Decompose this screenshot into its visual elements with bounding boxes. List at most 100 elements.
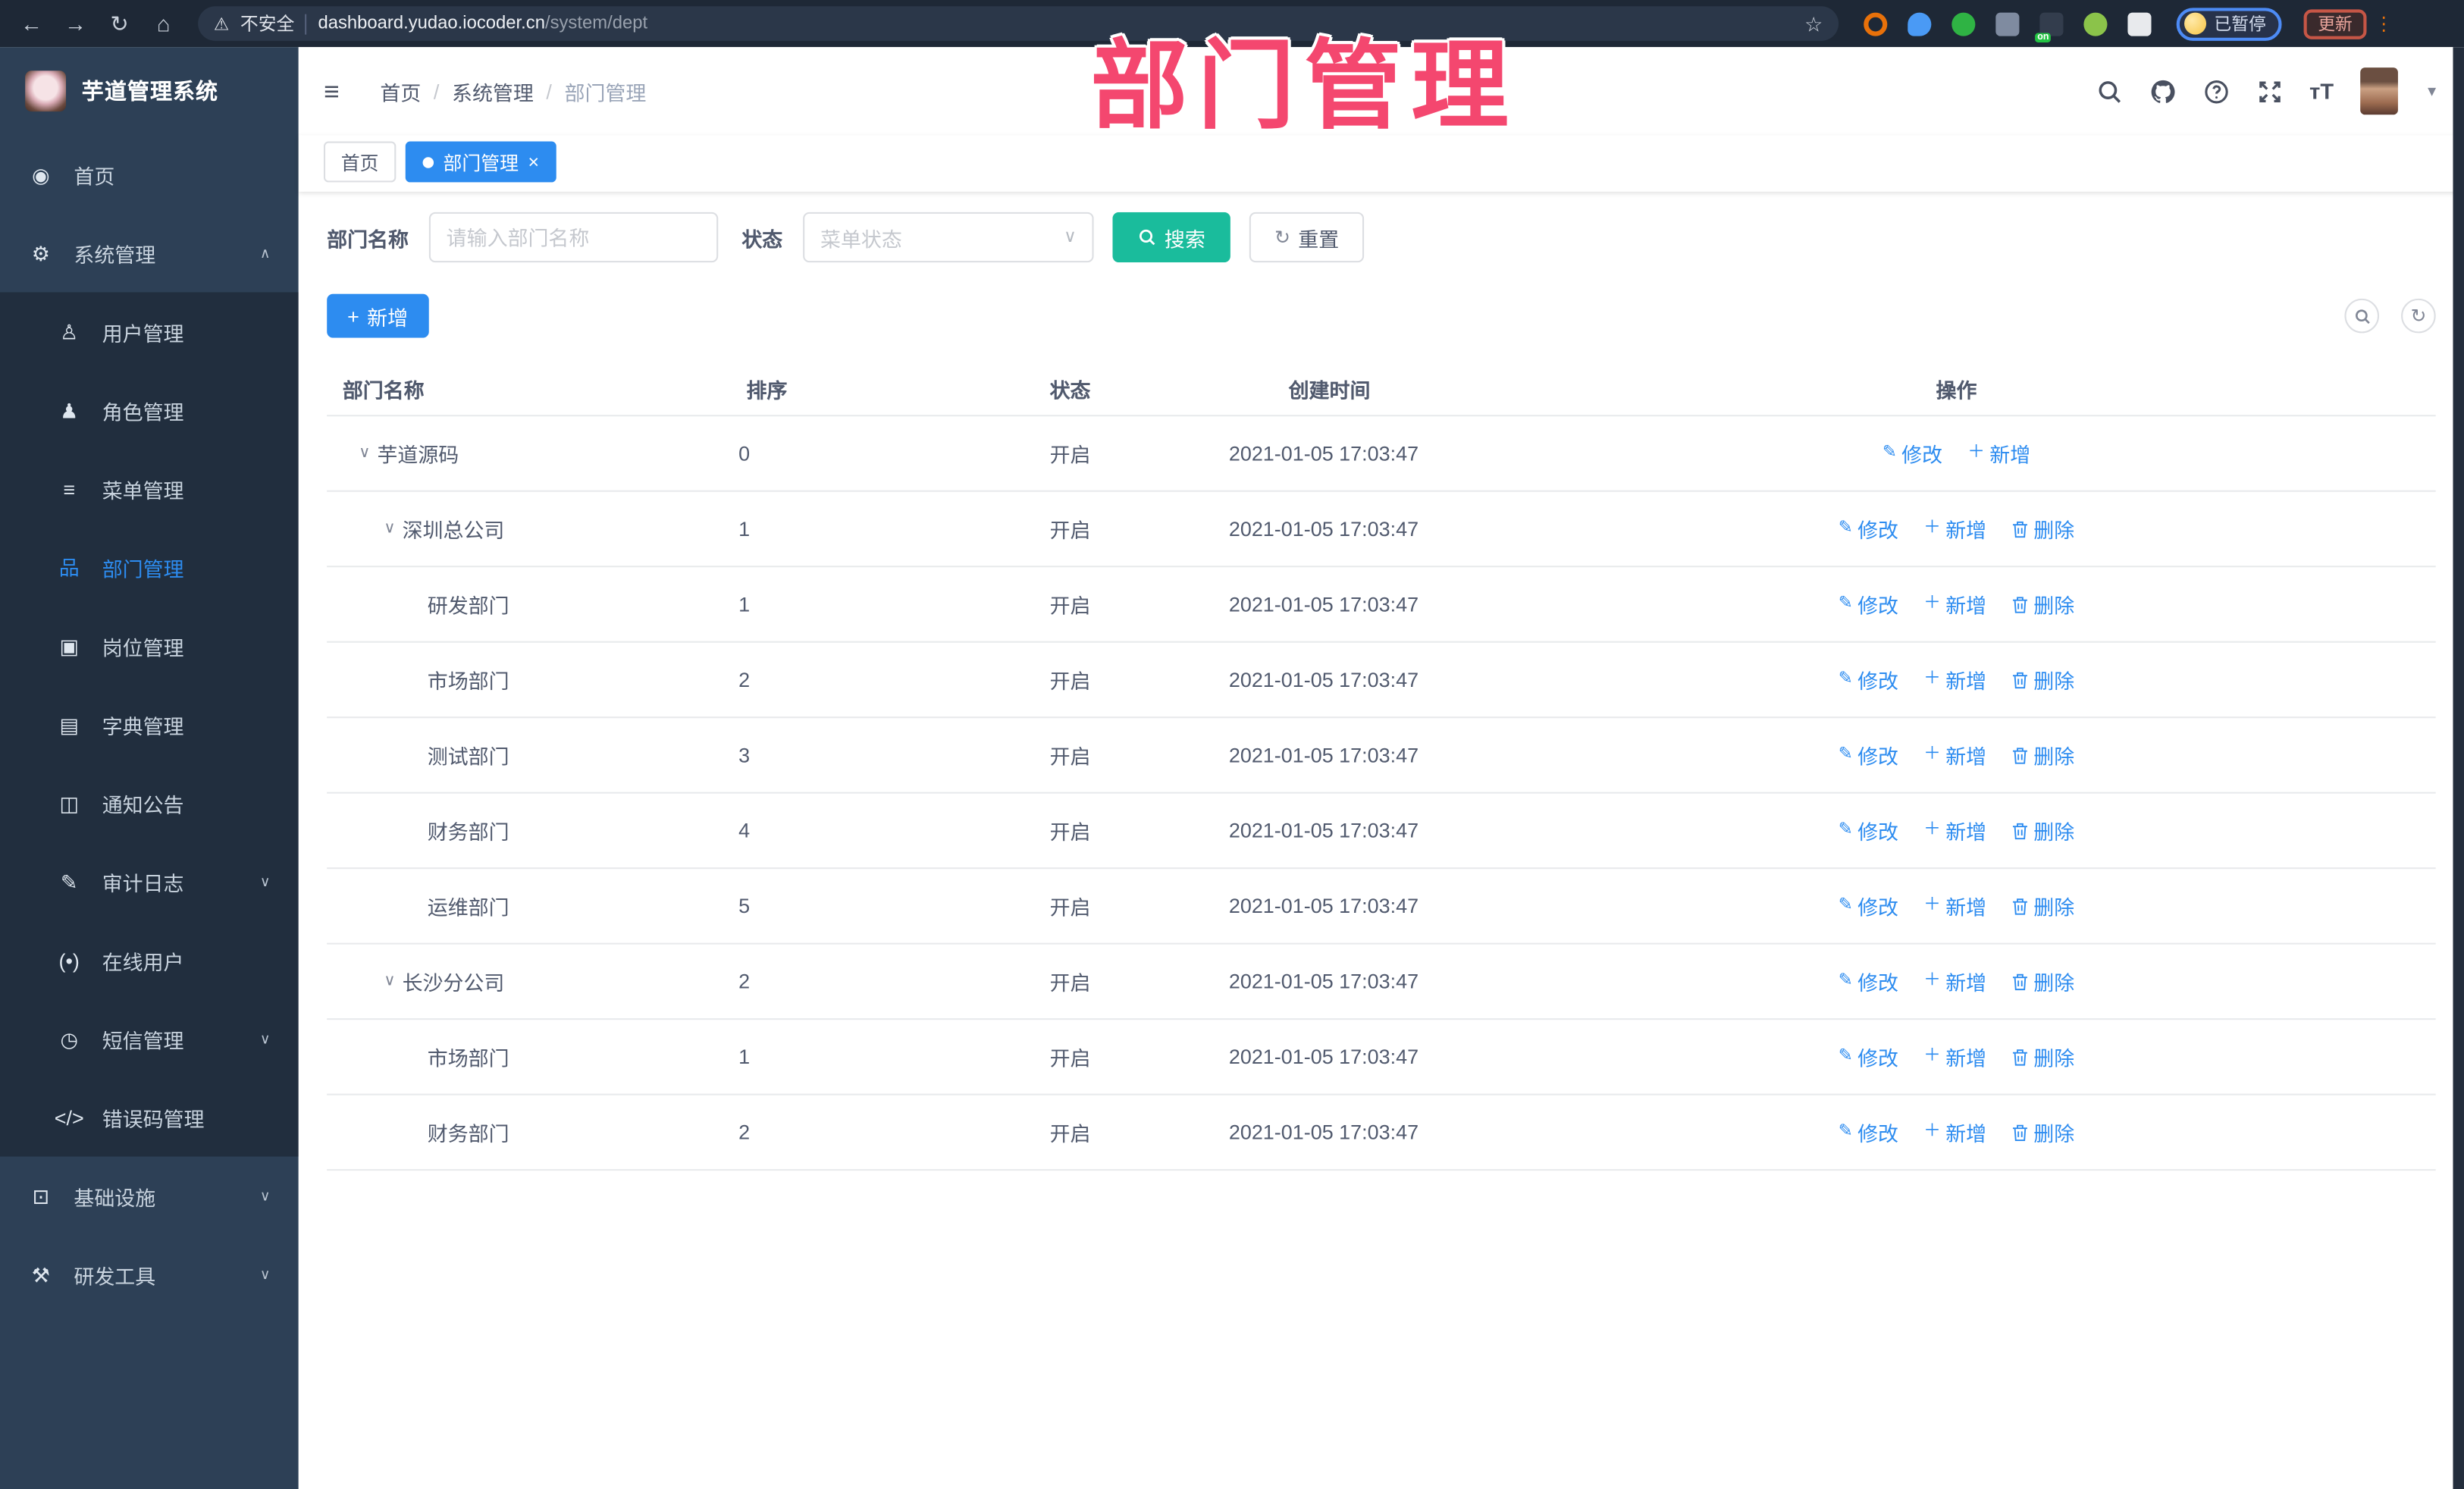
action-修改[interactable]: ✎ 修改 [1839, 1118, 1898, 1147]
action-新增[interactable]: ＋新增 [1923, 1118, 1986, 1147]
sidebar-item-user[interactable]: ♙ 用户管理 [0, 293, 299, 371]
search-icon[interactable] [2096, 78, 2122, 105]
action-新增[interactable]: ＋新增 [1923, 891, 1986, 920]
reload-icon[interactable]: ↻ [101, 5, 139, 42]
collapse-menu-icon[interactable]: ≡ [324, 78, 340, 105]
user-avatar[interactable] [2360, 67, 2399, 115]
browser-menu-icon[interactable]: ⋮ [2373, 13, 2395, 35]
sidebar-item-role[interactable]: ♟ 角色管理 [0, 371, 299, 450]
table-row[interactable]: 市场部门 2 开启 2021-01-05 17:03:47 ✎ 修改 ＋新增 删除 [327, 643, 2436, 719]
action-删除[interactable]: 删除 [2011, 816, 2074, 845]
action-删除[interactable]: 删除 [2011, 740, 2074, 770]
action-新增[interactable]: ＋新增 [1967, 438, 2030, 468]
action-删除[interactable]: 删除 [2011, 1118, 2074, 1147]
action-删除[interactable]: 删除 [2011, 891, 2074, 920]
sidebar-item-system[interactable]: ⚙ 系统管理 ∧ [0, 214, 299, 293]
tab-首页[interactable]: 首页 [323, 141, 397, 183]
browser-update-button[interactable]: 更新 [2303, 8, 2367, 39]
action-修改[interactable]: ✎ 修改 [1839, 816, 1898, 845]
plus-icon: ＋ [1923, 594, 1941, 613]
home-icon[interactable]: ⌂ [145, 5, 183, 42]
table-row[interactable]: 财务部门 4 开启 2021-01-05 17:03:47 ✎ 修改 ＋新增 删除 [327, 794, 2436, 870]
sidebar-item-audit-log[interactable]: ✎ 审计日志 ∨ [0, 842, 299, 921]
help-icon[interactable] [2202, 78, 2229, 105]
plus-icon: ＋ [1923, 669, 1941, 688]
action-修改[interactable]: ✎ 修改 [1882, 438, 1942, 468]
github-icon[interactable] [2149, 78, 2176, 105]
extension-icon-blue-drop[interactable] [1908, 11, 1932, 36]
chevron-down-icon[interactable]: ▼ [2425, 83, 2438, 99]
sidebar-item-menu[interactable]: ≡ 菜单管理 [0, 450, 299, 528]
font-size-icon[interactable]: тT [2309, 80, 2334, 102]
url-bar[interactable]: ⚠ 不安全 dashboard.yudao.iocoder.cn/system/… [198, 6, 1839, 41]
fullscreen-icon[interactable] [2256, 78, 2283, 105]
table-row[interactable]: ∨ 深圳总公司 1 开启 2021-01-05 17:03:47 ✎ 修改 ＋新增 删… [327, 492, 2436, 568]
dept-name-input[interactable] [428, 212, 719, 263]
action-新增[interactable]: ＋新增 [1923, 514, 1986, 544]
action-修改[interactable]: ✎ 修改 [1839, 891, 1898, 920]
action-label: 删除 [2033, 594, 2075, 618]
action-新增[interactable]: ＋新增 [1923, 665, 1986, 694]
sidebar-item-post[interactable]: ▣ 岗位管理 [0, 607, 299, 685]
extension-icon-dark-on[interactable]: on [2035, 11, 2064, 42]
app-logo[interactable]: 芋道管理系统 [0, 47, 299, 135]
extension-icon-green-leaf[interactable] [2083, 11, 2108, 36]
expand-chevron-icon[interactable]: ∨ [377, 973, 402, 989]
action-删除[interactable]: 删除 [2011, 665, 2074, 694]
table-row[interactable]: 财务部门 2 开启 2021-01-05 17:03:47 ✎ 修改 ＋新增 删除 [327, 1096, 2436, 1171]
action-删除[interactable]: 删除 [2011, 589, 2074, 619]
scrollbar[interactable] [2453, 47, 2464, 1489]
sidebar-item-notice[interactable]: ◫ 通知公告 [0, 763, 299, 842]
sidebar-item-dict[interactable]: ▤ 字典管理 [0, 685, 299, 764]
close-icon[interactable]: × [528, 152, 539, 171]
bookmark-star-icon[interactable]: ☆ [1804, 14, 1823, 34]
action-新增[interactable]: ＋新增 [1923, 740, 1986, 770]
toggle-search-button[interactable] [2344, 298, 2380, 334]
forward-icon[interactable]: → [57, 5, 95, 42]
refresh-button[interactable]: ↻ [2401, 298, 2436, 334]
table-row[interactable]: ∨ 长沙分公司 2 开启 2021-01-05 17:03:47 ✎ 修改 ＋新增 删… [327, 945, 2436, 1020]
add-button[interactable]: + 新增 [327, 293, 429, 338]
action-删除[interactable]: 删除 [2011, 967, 2074, 996]
sidebar-item-sms[interactable]: ◷ 短信管理 ∨ [0, 999, 299, 1078]
back-icon[interactable]: ← [13, 5, 51, 42]
sidebar-item-dept[interactable]: 品 部门管理 [0, 528, 299, 607]
action-删除[interactable]: 删除 [2011, 514, 2074, 544]
plus-icon: + [347, 304, 359, 328]
sidebar-item-error-code[interactable]: </> 错误码管理 [0, 1078, 299, 1157]
breadcrumb-item[interactable]: 首页 [380, 77, 421, 106]
sidebar-item-infra[interactable]: ⊡ 基础设施 ∨ [0, 1157, 299, 1236]
expand-chevron-icon[interactable]: ∨ [377, 520, 402, 537]
table-row[interactable]: 研发部门 1 开启 2021-01-05 17:03:47 ✎ 修改 ＋新增 删除 [327, 567, 2436, 643]
tab-部门管理[interactable]: 部门管理 × [405, 141, 556, 183]
sidebar-item-home[interactable]: ◉ 首页 [0, 135, 299, 214]
expand-chevron-icon[interactable]: ∨ [352, 445, 377, 462]
table-row[interactable]: 市场部门 1 开启 2021-01-05 17:03:47 ✎ 修改 ＋新增 删除 [327, 1020, 2436, 1096]
action-修改[interactable]: ✎ 修改 [1839, 740, 1898, 770]
extension-icon-puzzle[interactable] [2127, 11, 2152, 36]
status-select[interactable]: 菜单状态 ∨ [803, 212, 1094, 263]
action-新增[interactable]: ＋新增 [1923, 816, 1986, 845]
action-修改[interactable]: ✎ 修改 [1839, 514, 1898, 544]
action-新增[interactable]: ＋新增 [1923, 967, 1986, 996]
action-删除[interactable]: 删除 [2011, 1042, 2074, 1071]
reset-button[interactable]: ↻ 重置 [1249, 212, 1365, 263]
action-修改[interactable]: ✎ 修改 [1839, 1042, 1898, 1071]
search-icon [1138, 228, 1157, 247]
table-row[interactable]: ∨ 芋道源码 0 开启 2021-01-05 17:03:47 ✎ 修改 ＋新增 [327, 416, 2436, 492]
action-新增[interactable]: ＋新增 [1923, 1042, 1986, 1071]
table-row[interactable]: 测试部门 3 开启 2021-01-05 17:03:47 ✎ 修改 ＋新增 删除 [327, 718, 2436, 794]
action-修改[interactable]: ✎ 修改 [1839, 589, 1898, 619]
browser-profile-badge[interactable]: 已暂停 [2176, 7, 2282, 40]
extension-icon-grid[interactable] [1995, 11, 2020, 36]
sidebar-item-dev-tool[interactable]: ⚒ 研发工具 ∨ [0, 1235, 299, 1314]
table-row[interactable]: 运维部门 5 开启 2021-01-05 17:03:47 ✎ 修改 ＋新增 删除 [327, 869, 2436, 945]
search-button[interactable]: 搜索 [1112, 212, 1231, 263]
extension-icon-green-check[interactable] [1951, 11, 1976, 36]
breadcrumb-item[interactable]: 系统管理 [452, 77, 534, 106]
action-修改[interactable]: ✎ 修改 [1839, 665, 1898, 694]
extension-icon-orange-ring[interactable] [1864, 11, 1888, 36]
sidebar-item-online-user[interactable]: (•) 在线用户 [0, 921, 299, 1000]
action-修改[interactable]: ✎ 修改 [1839, 967, 1898, 996]
action-新增[interactable]: ＋新增 [1923, 589, 1986, 619]
